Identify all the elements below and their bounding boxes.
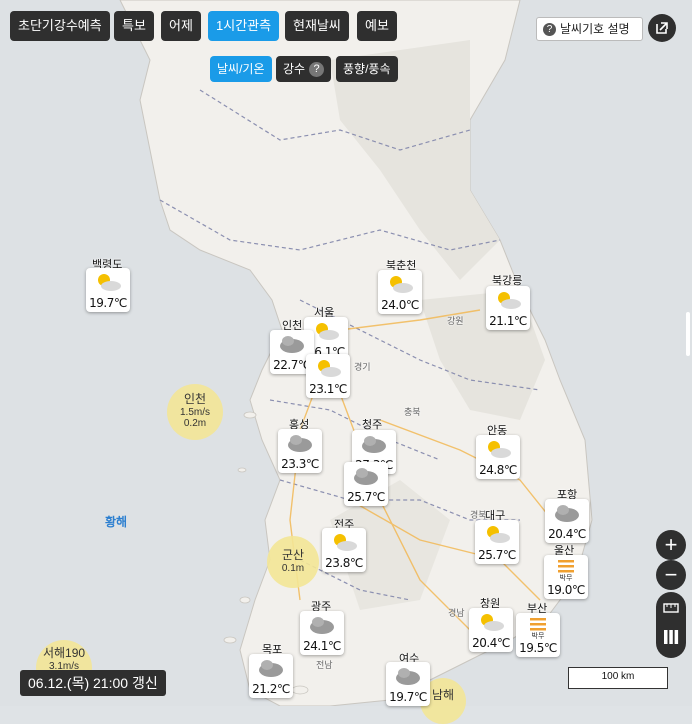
sea-label: 황해 — [105, 515, 128, 529]
station-card[interactable]: 25.7℃ — [475, 520, 519, 564]
subtab-wind[interactable]: 풍향/풍속 — [336, 56, 398, 82]
tab-yesterday[interactable]: 어제 — [161, 11, 201, 41]
legend-label: 날씨기호 설명 — [560, 22, 630, 36]
station-card[interactable]: 19.7℃ — [86, 268, 130, 312]
side-panel-handle[interactable] — [686, 312, 690, 356]
station-card[interactable]: 20.4℃ — [545, 499, 589, 543]
station-card[interactable]: 23.3℃ — [278, 429, 322, 473]
station-card[interactable]: 20.4℃ — [469, 608, 513, 652]
cloud-icon — [354, 468, 378, 485]
sun-cloud-icon — [98, 274, 121, 291]
tab-current-weather[interactable]: 현재날씨 — [285, 11, 349, 41]
sun-cloud-icon — [487, 526, 510, 543]
subtab-weather-temperature[interactable]: 날씨/기온 — [210, 56, 272, 82]
sun-cloud-icon — [481, 614, 504, 631]
tab-forecast[interactable]: 예보 — [357, 11, 397, 41]
question-icon[interactable]: ? — [309, 62, 325, 78]
station-card[interactable]: 박무 19.0℃ — [544, 555, 588, 599]
station-card[interactable]: 19.7℃ — [386, 662, 430, 706]
station-card[interactable]: 23.1℃ — [306, 354, 350, 398]
tab-short-term-rain[interactable]: 초단기강수예측 — [10, 11, 110, 41]
wind-marker[interactable]: 인천 1.5m/s 0.2m — [167, 384, 223, 440]
map-tools-panel — [656, 592, 686, 658]
ruler-icon[interactable] — [656, 592, 686, 658]
question-icon: ? — [543, 23, 556, 37]
province-label: 강원 — [447, 316, 464, 326]
update-time: 06.12.(목) 21:00 갱신 — [20, 670, 166, 696]
cloud-icon — [288, 435, 312, 452]
scale-bar: 100 km — [568, 667, 668, 689]
weather-symbol-legend-button[interactable]: ? 날씨기호 설명 — [536, 17, 643, 41]
tab-warnings[interactable]: 특보 — [114, 11, 154, 41]
cloud-icon — [555, 505, 579, 522]
external-link-icon — [656, 22, 668, 34]
sun-cloud-icon — [390, 276, 413, 293]
station-card[interactable]: 23.8℃ — [322, 528, 366, 572]
station-card[interactable]: 21.1℃ — [486, 286, 530, 330]
cloud-icon — [396, 668, 420, 685]
station-card[interactable]: 24.8℃ — [476, 435, 520, 479]
cloud-icon — [310, 617, 334, 634]
sun-cloud-icon — [488, 441, 511, 458]
sun-cloud-icon — [334, 534, 357, 551]
sun-cloud-icon — [498, 292, 521, 309]
province-label: 경기 — [354, 362, 371, 372]
subtab-precipitation-label: 강수 — [283, 62, 306, 76]
wind-marker[interactable]: 군산 0.1m — [267, 536, 319, 588]
zoom-out-button[interactable]: − — [656, 560, 686, 590]
cloud-icon — [280, 336, 304, 353]
station-card[interactable]: 25.7℃ — [344, 462, 388, 506]
province-label: 충북 — [404, 407, 421, 417]
subtab-precipitation[interactable]: 강수? — [276, 56, 332, 82]
province-label: 경남 — [448, 608, 465, 618]
sun-cloud-icon — [318, 360, 341, 377]
station-card[interactable]: 24.1℃ — [300, 611, 344, 655]
station-card[interactable]: 24.0℃ — [378, 270, 422, 314]
sun-cloud-icon — [316, 323, 339, 340]
cloud-icon — [259, 660, 283, 677]
external-link-button[interactable] — [648, 14, 676, 42]
zoom-in-button[interactable]: + — [656, 530, 686, 560]
tab-hourly-observation[interactable]: 1시간관측 — [208, 11, 280, 41]
cloud-icon — [362, 436, 386, 453]
province-label: 전남 — [316, 660, 333, 670]
station-card[interactable]: 박무 19.5℃ — [516, 613, 560, 657]
station-card[interactable]: 21.2℃ — [249, 654, 293, 698]
